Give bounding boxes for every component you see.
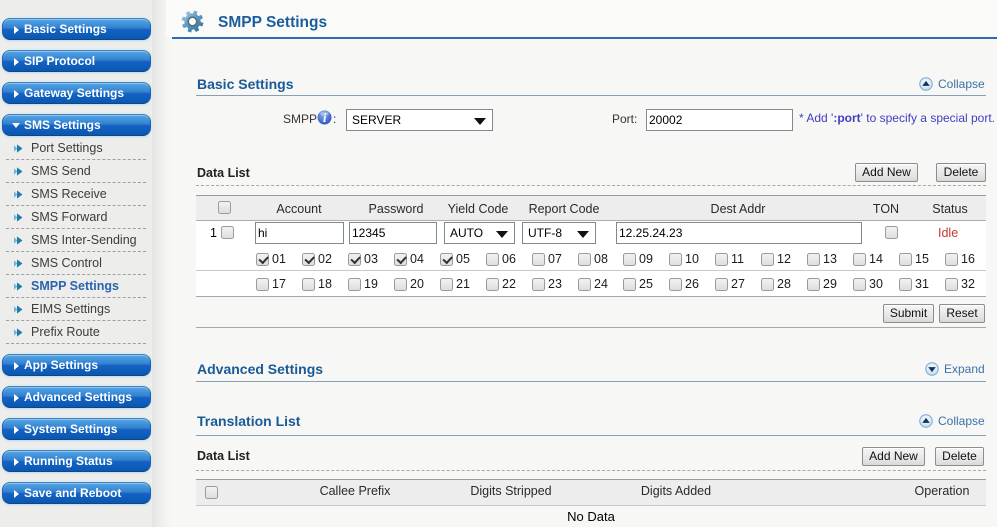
svg-text:i: i	[323, 111, 327, 125]
